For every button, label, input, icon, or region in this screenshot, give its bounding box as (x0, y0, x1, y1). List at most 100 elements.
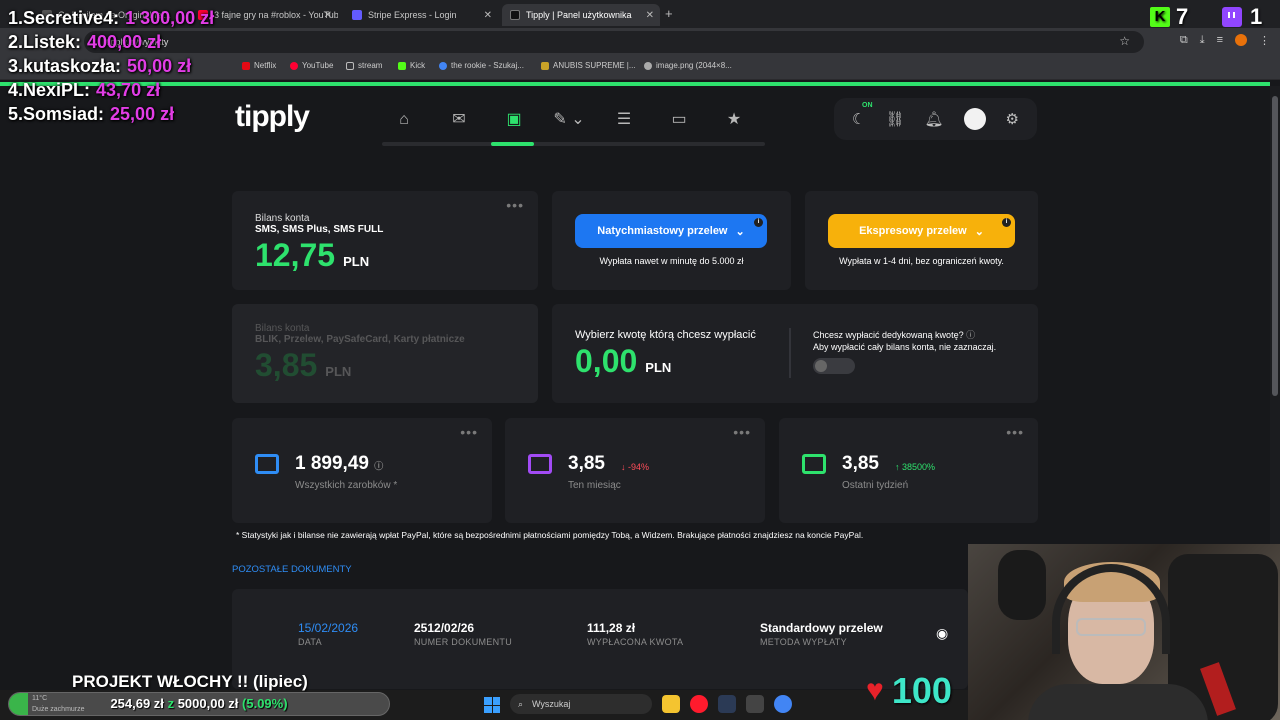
extensions-icon[interactable]: ⧉ (1180, 34, 1188, 47)
balance-label: Bilans konta (255, 323, 310, 334)
balance-card-disabled[interactable]: Bilans konta BLIK, Przelew, PaySafeCard,… (232, 304, 538, 403)
folder-icon (346, 61, 354, 70)
anubis-icon (541, 61, 549, 70)
instant-transfer-sub: Wypłata nawet w minutę do 5.000 zł (599, 256, 744, 266)
bookmark-image[interactable]: image.png (2044×8... (644, 61, 732, 70)
more-icon[interactable]: ••• (733, 424, 751, 440)
withdraw-card: Wybierz kwotę którą chcesz wypłacić 0,00… (552, 304, 1038, 403)
download-icon[interactable]: ⤓ (1200, 34, 1205, 47)
balance-unit: PLN (325, 364, 352, 379)
stat-value: 3,85 (842, 453, 879, 474)
bookmark-rookie[interactable]: the rookie - Szukaj... (439, 61, 524, 70)
tipply-favicon (510, 10, 520, 20)
windows-start-icon[interactable] (484, 697, 500, 713)
link-icon[interactable]: ⛓ (885, 110, 904, 128)
bookmark-netflix[interactable]: Netflix (242, 61, 276, 70)
inbox-icon[interactable]: ✉ (437, 108, 481, 132)
donation-leaderboard: 1.Secretive4: 1 300,00 zł 2.Listek: 400,00… (8, 6, 214, 126)
twitch-viewers: 1 (1222, 4, 1262, 30)
dedicated-hint: Aby wypłacić cały bilans konta, nie zazn… (813, 342, 997, 352)
tab-3[interactable]: Stripe Express - Login ✕ (344, 4, 498, 26)
eye-icon[interactable]: ◉ (936, 625, 948, 642)
gear-icon[interactable]: ⚙ (1006, 110, 1019, 128)
more-icon[interactable]: ••• (506, 197, 524, 213)
other-documents-link[interactable]: POZOSTAŁE DOKUMENTY (232, 564, 352, 575)
microphone (998, 550, 1046, 620)
balance-value: 12,75 (255, 237, 336, 273)
screen: Co kupiłem na Oryginalnej... 3 fajne gry… (0, 0, 1280, 720)
stat-value: 3,85 (568, 453, 605, 474)
bookmark-stream[interactable]: stream (346, 61, 382, 70)
scrollbar-thumb[interactable] (1272, 96, 1278, 396)
bookmark-youtube[interactable]: YouTube (290, 61, 333, 70)
media-icon[interactable]: ≡ (1217, 34, 1223, 47)
info-icon[interactable]: i (1002, 218, 1011, 227)
close-icon[interactable]: ✕ (324, 10, 332, 21)
leaderboard-row: 1.Secretive4: 1 300,00 zł (8, 6, 214, 30)
app-icon[interactable] (718, 695, 736, 713)
doc-number: 2512/02/26 (414, 621, 475, 635)
netflix-icon (242, 61, 250, 70)
tipply-logo[interactable]: tipply (235, 100, 310, 134)
balance-unit: PLN (343, 254, 370, 269)
instant-transfer-button[interactable]: Natychmiastowy przelew ⌄ i (575, 214, 767, 248)
close-icon[interactable]: ✕ (484, 10, 492, 21)
info-icon[interactable]: i (754, 218, 763, 227)
dedicated-question: Chcesz wypłacić dedykowaną kwotę? (813, 330, 964, 340)
bookmark-label: YouTube (302, 61, 334, 70)
goal-current: 254,69 zł (110, 696, 164, 711)
donor-name: 4.NexiPL: (8, 79, 91, 100)
star-icon[interactable]: ★ (712, 108, 756, 132)
tab-4[interactable]: Tipply | Panel użytkownika ✕ (502, 4, 660, 26)
dark-mode-on-label: ON (862, 102, 873, 109)
file-explorer-icon[interactable] (662, 695, 680, 713)
express-transfer-sub: Wypłata w 1-4 dni, bez ograniczeń kwoty. (839, 256, 1004, 266)
opera-icon[interactable] (690, 695, 708, 713)
window-icon[interactable]: ▭ (657, 108, 701, 132)
menu-icon[interactable]: ⋮ (1259, 34, 1270, 47)
taskbar-search[interactable]: ⌕ Wyszukaj (510, 694, 652, 714)
bookmark-anubis[interactable]: ANUBIS SUPREME |... (541, 61, 636, 70)
weather-temp: 11°C (32, 695, 48, 702)
edit-icon[interactable]: ✎ ⌄ (547, 108, 591, 132)
info-icon[interactable]: ⓘ (966, 330, 975, 340)
close-icon[interactable]: ✕ (646, 10, 654, 21)
doc-date: 15/02/2026 (298, 621, 359, 635)
bookmark-label: the rookie - Szukaj... (451, 61, 524, 70)
bell-icon[interactable]: 🔔︎ (925, 110, 944, 128)
stats-note: * Statystyki jak i bilanse nie zawierają… (236, 530, 864, 540)
doc-date-label: DATA (298, 637, 322, 647)
google-icon (439, 61, 447, 70)
express-transfer-label: Ekspresowy przelew (859, 225, 967, 237)
instant-transfer-label: Natychmiastowy przelew (597, 225, 728, 237)
donor-name: 2.Listek: (8, 31, 82, 52)
address-bar[interactable]: tipply.pl/wyplaty (84, 31, 1144, 53)
chat-icon (255, 454, 279, 474)
more-icon[interactable]: ••• (460, 424, 478, 440)
dedicated-amount-toggle[interactable] (813, 358, 855, 374)
profile-avatar[interactable] (1235, 34, 1247, 46)
moon-icon[interactable]: ☾ ON (852, 102, 873, 128)
withdraw-label: Wybierz kwotę którą chcesz wypłacić (575, 329, 756, 341)
chrome-icon[interactable] (774, 695, 792, 713)
withdraw-amount[interactable]: 0,00 (575, 343, 637, 380)
instant-transfer-card: Natychmiastowy przelew ⌄ i Wypłata nawet … (552, 191, 791, 290)
withdraw-unit: PLN (645, 360, 672, 375)
balance-sublabel: BLIK, Przelew, PaySafeCard, Karty płatni… (255, 334, 465, 345)
wallet-icon[interactable]: ▣ (492, 108, 536, 132)
layers-icon[interactable]: ☰ (602, 108, 646, 132)
goal-separator: z (167, 696, 175, 711)
weather-widget[interactable]: 11°C Duże zachmurze (32, 693, 85, 715)
express-transfer-button[interactable]: Ekspresowy przelew ⌄ i (828, 214, 1015, 248)
more-icon[interactable]: ••• (1006, 424, 1024, 440)
leaderboard-row: 4.NexiPL: 43,70 zł (8, 78, 214, 102)
balance-card: ••• Bilans konta SMS, SMS Plus, SMS FULL… (232, 191, 538, 290)
bookmark-label: stream (358, 61, 383, 70)
bookmark-kick[interactable]: Kick (398, 61, 425, 70)
weather-desc: Duże zachmurze (32, 706, 85, 713)
new-tab-button[interactable]: + (665, 6, 673, 21)
user-avatar[interactable] (963, 108, 986, 130)
obs-icon[interactable] (746, 695, 764, 713)
bookmark-star-icon[interactable]: ☆ (1119, 34, 1130, 48)
home-icon[interactable]: ⌂ (382, 108, 426, 132)
